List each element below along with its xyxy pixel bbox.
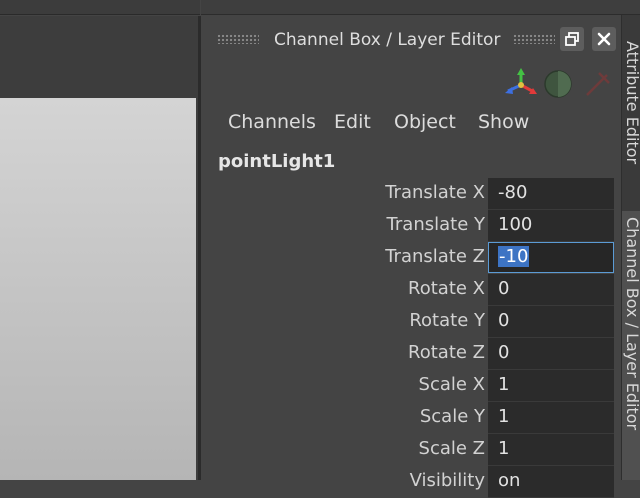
channel-row-scale-y: Scale Y 1 [201,402,621,434]
channel-value-field[interactable]: 100 [488,210,614,242]
tab-attribute-editor-label: Attribute Editor [623,41,640,165]
node-name[interactable]: pointLight1 [218,151,335,172]
channel-row-visibility: Visibility on [201,466,621,498]
menu-object[interactable]: Object [394,111,456,133]
channel-row-translate-y: Translate Y 100 [201,210,621,242]
channel-value-field[interactable]: 1 [488,370,614,402]
channel-value-field-active[interactable]: -10 [488,242,614,273]
channel-row-scale-z: Scale Z 1 [201,434,621,466]
tab-channel-box[interactable]: Channel Box / Layer Editor [622,211,640,480]
channel-label[interactable]: Scale X [419,374,485,395]
tab-channel-box-label: Channel Box / Layer Editor [623,217,640,431]
channel-value: 1 [498,374,510,395]
channel-value: on [498,470,521,491]
channel-label[interactable]: Scale Z [419,438,485,459]
channel-label[interactable]: Translate Y [387,214,485,235]
channel-box-toolbar [501,67,619,99]
channel-box-menubar: Channels Edit Object Show [201,111,621,139]
channel-value: -80 [498,182,528,203]
float-window-icon [565,32,579,46]
viewport-top-bar [0,0,200,15]
side-tab-strip: Attribute Editor Channel Box / Layer Edi… [621,15,640,480]
menu-show[interactable]: Show [478,111,529,133]
channel-value-field[interactable]: 0 [488,274,614,306]
channel-label[interactable]: Scale Y [420,406,485,427]
float-window-button[interactable] [560,27,584,51]
channel-value: 0 [498,310,510,331]
channel-box-panel: Channel Box / Layer Editor Channels Edit… [201,15,621,498]
channel-value-field[interactable]: on [488,466,614,498]
channel-value-field[interactable]: -80 [488,178,614,210]
channel-label[interactable]: Visibility [410,470,485,491]
channel-label[interactable]: Rotate Y [409,310,485,331]
channel-value: 1 [498,406,510,427]
channel-value-field[interactable]: 1 [488,402,614,434]
manipulator-axes-icon[interactable] [503,67,539,101]
channel-value: 0 [498,342,510,363]
menu-edit[interactable]: Edit [334,111,371,133]
channel-label[interactable]: Translate Z [385,246,485,267]
channel-label[interactable]: Rotate X [408,278,485,299]
channel-row-rotate-y: Rotate Y 0 [201,306,621,338]
panel-drag-grip-right[interactable] [513,34,555,44]
channel-row-scale-x: Scale X 1 [201,370,621,402]
panel-top-strip [201,0,640,15]
panel-drag-grip-left[interactable] [217,34,259,44]
close-button[interactable] [592,27,616,51]
pin-icon[interactable] [583,69,613,99]
tab-attribute-editor[interactable]: Attribute Editor [622,35,640,205]
close-icon [597,32,611,46]
channel-value-selected: -10 [498,246,530,267]
channel-label[interactable]: Translate X [385,182,485,203]
channel-row-rotate-z: Rotate Z 0 [201,338,621,370]
channel-value: 100 [498,214,533,235]
channel-value: 1 [498,438,510,459]
channel-value-field[interactable]: 1 [488,434,614,466]
channel-value-field[interactable]: 0 [488,306,614,338]
channel-row-rotate-x: Rotate X 0 [201,274,621,306]
shading-sphere-icon[interactable] [543,69,573,99]
menu-channels[interactable]: Channels [228,111,316,133]
panel-title: Channel Box / Layer Editor [274,30,501,50]
channel-value-field[interactable]: 0 [488,338,614,370]
channel-value: 0 [498,278,510,299]
channel-label[interactable]: Rotate Z [408,342,485,363]
viewport-panel[interactable] [0,16,198,480]
viewport-canvas[interactable] [0,98,196,480]
channel-row-translate-x: Translate X -80 [201,178,621,210]
channel-row-translate-z: Translate Z -10 [201,242,621,274]
